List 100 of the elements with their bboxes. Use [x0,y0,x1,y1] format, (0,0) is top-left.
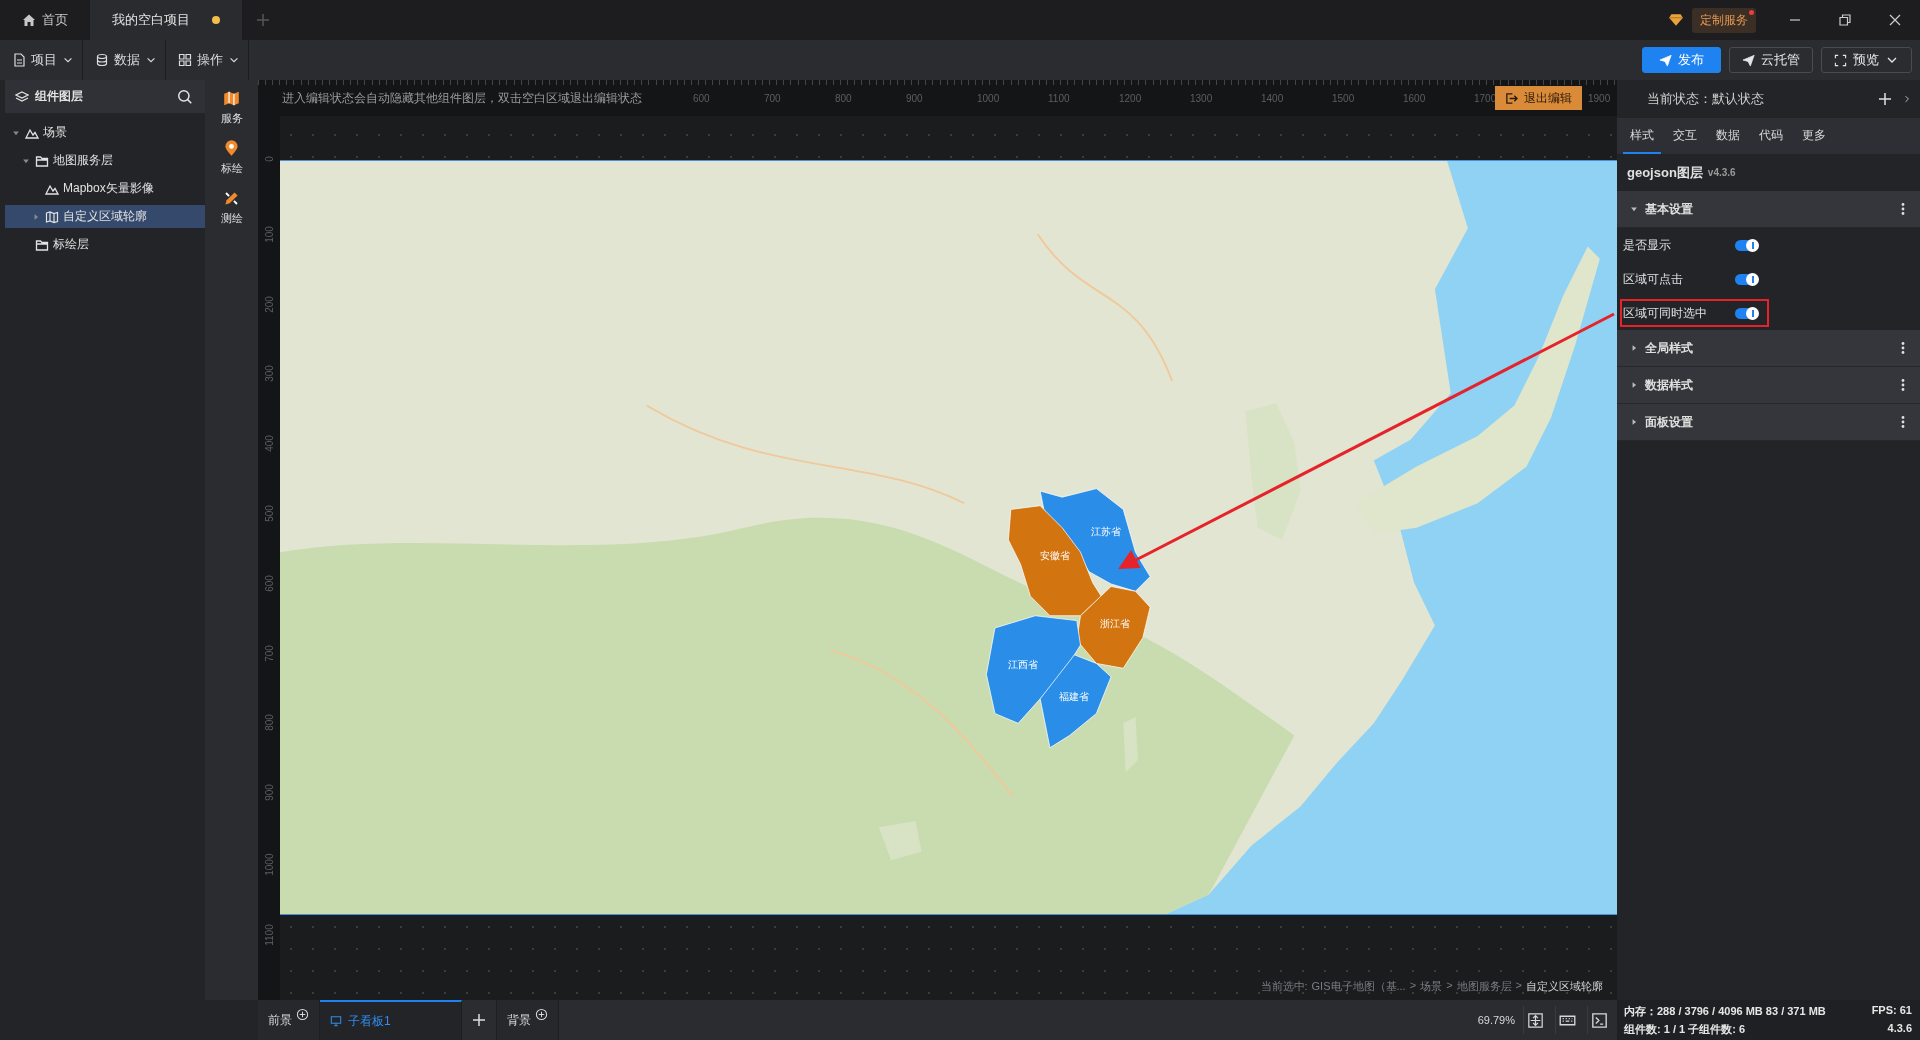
tree-item[interactable]: Mapbox矢量影像 [5,177,205,200]
add-icon[interactable] [1878,92,1892,106]
edit-notice: 进入编辑状态会自动隐藏其他组件图层，双击空白区域退出编辑状态 [281,89,643,107]
file-icon [12,53,26,67]
breadcrumb-item[interactable]: 场景 [1420,979,1443,994]
service-button[interactable]: 定制服务 [1692,7,1756,33]
ruler-label: 900 [263,784,275,803]
close-icon[interactable] [1888,13,1902,27]
pencil-icon [223,190,240,207]
folder-icon [35,153,49,168]
ruler-label: 700 [263,644,275,664]
tree-item[interactable]: 标绘层 [5,233,205,256]
send-icon [1742,53,1755,67]
exit-edit-button[interactable]: 退出编辑 [1495,86,1582,110]
window-tab[interactable]: 首页 [0,0,90,40]
toggle-switch[interactable] [1735,273,1757,285]
ruler-label: 600 [263,574,275,594]
chevron-right-icon[interactable] [1902,94,1912,104]
exit-icon [1505,91,1518,105]
ruler-label: 800 [263,714,275,734]
toggle-switch[interactable] [1735,239,1757,251]
tree-item[interactable]: 地图服务层 [5,149,205,172]
window-tab[interactable]: 我的空白项目 [90,0,242,40]
tool-button[interactable]: 标绘 [220,140,243,176]
board-tab[interactable]: 背景 [496,1000,559,1040]
component-count: 组件数: 1 / 1 子组件数: 6 [1624,1021,1747,1037]
panel-tab[interactable]: 数据 [1709,119,1747,154]
province-region[interactable] [1008,505,1102,617]
fit-screen-icon[interactable] [1527,1011,1544,1029]
fullscreen-icon [1834,53,1847,67]
database-icon [95,53,109,67]
add-circle-icon[interactable] [296,1008,309,1021]
ruler-label: 1100 [1048,92,1071,104]
action-button[interactable]: 云托管 [1729,47,1813,73]
ruler-label: 1300 [1190,92,1214,104]
board-tab[interactable]: 前景 [258,1000,320,1040]
breadcrumb-item[interactable]: 自定义区域轮廓 [1526,979,1603,994]
province-region[interactable] [1076,586,1151,669]
ruler-label: 1900 [1588,92,1611,104]
setting-label: 区域可点击 [1623,270,1684,288]
breadcrumb-separator: > [1515,979,1522,993]
province-label: 福建省 [1059,691,1090,703]
add-board-icon[interactable] [471,1013,486,1027]
version-label: v4.3.6 [1707,167,1736,178]
province-label: 江苏省 [1091,526,1122,538]
province-label: 安徽省 [1039,550,1070,562]
ruler-label: 1500 [1332,92,1356,104]
breadcrumb-separator: > [1446,979,1453,993]
send-icon [1659,53,1672,67]
section-title: 全局样式 [1645,339,1694,357]
search-icon[interactable] [177,88,193,105]
memory-usage: 内存：288 / 3796 / 4096 MB 83 / 371 MB [1624,1003,1827,1019]
section-header[interactable]: 面板设置 [1617,404,1920,441]
section-title: 基本设置 [1645,200,1694,218]
fps-counter: FPS: 61 [1871,1003,1912,1018]
ruler-label: 800 [835,92,853,104]
tree-item[interactable]: 场景 [5,121,205,144]
grid-icon [178,53,192,67]
panel-tab[interactable]: 更多 [1795,119,1833,154]
section-header[interactable]: 数据样式 [1617,367,1920,404]
panel-title: 组件图层 [35,88,84,105]
ruler-label: 600 [693,92,711,104]
selection-label: 当前选中: [1260,979,1308,994]
home-icon [22,13,36,27]
ruler-label: 400 [263,435,275,454]
version-label: 4.3.6 [1886,1021,1912,1036]
board-tab[interactable]: 子看板1 [320,1000,462,1040]
ruler-label: 900 [906,92,924,104]
tree-item[interactable]: 自定义区域轮廓 [5,205,205,228]
ruler-label: 1600 [1403,92,1427,104]
ruler-label: 300 [263,365,275,385]
tool-button[interactable]: 测绘 [220,190,243,226]
tool-button[interactable]: 服务 [220,90,243,126]
terminal-icon[interactable] [1591,1011,1608,1029]
map-icon [45,209,59,224]
ruler-label: 1400 [1261,92,1285,104]
folder-icon [35,237,49,252]
breadcrumb-item[interactable]: GIS电子地图（基... [1311,979,1406,994]
ruler-label: 100 [263,225,275,245]
restore-icon[interactable] [1838,13,1852,27]
section-title: 数据样式 [1645,376,1694,394]
action-button[interactable]: 发布 [1642,47,1721,73]
setting-label: 区域可同时选中 [1623,304,1708,322]
section-header[interactable]: 基本设置 [1617,191,1920,228]
map-icon [223,90,240,107]
ruler-label: 1000 [263,853,275,879]
panel-tab[interactable]: 代码 [1752,119,1790,154]
ruler-label: 700 [764,92,782,104]
component-name: geojson图层 [1627,163,1703,182]
panel-tab[interactable]: 样式 [1623,119,1661,154]
toggle-switch[interactable] [1735,307,1757,319]
province-region[interactable] [1039,488,1151,592]
add-circle-icon[interactable] [534,1008,548,1021]
breadcrumb-item[interactable]: 地图服务层 [1456,979,1512,994]
panel-tab[interactable]: 交互 [1666,119,1704,154]
action-button[interactable]: 预览 [1821,47,1912,73]
zoom-level: 69.79% [1477,1014,1515,1026]
province-region[interactable] [1039,654,1112,749]
section-header[interactable]: 全局样式 [1617,330,1920,367]
ruler-label: 1000 [977,92,1001,104]
